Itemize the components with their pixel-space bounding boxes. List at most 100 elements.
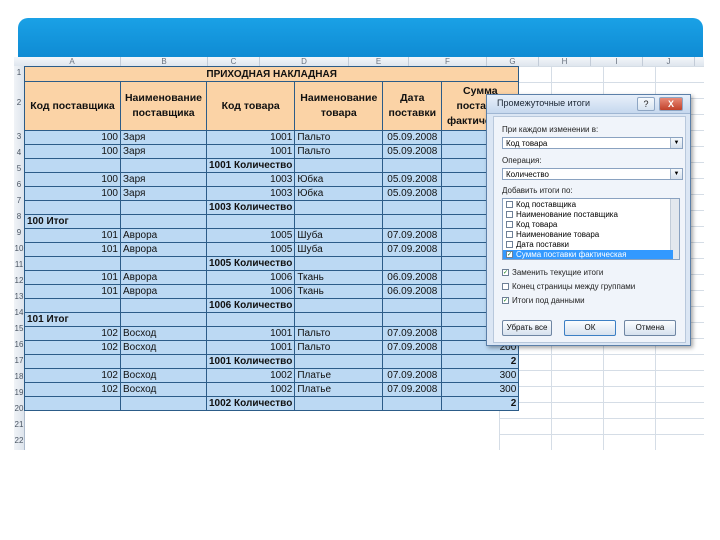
table-cell[interactable]: 1005 Количество [205, 256, 296, 271]
table-cell[interactable] [294, 396, 384, 411]
close-icon[interactable]: X [659, 97, 683, 111]
checkbox[interactable] [506, 241, 513, 249]
table-cell[interactable]: 101 Итог [24, 312, 121, 327]
table-cell[interactable]: 1006 [205, 270, 296, 285]
table-cell[interactable]: 1003 [205, 172, 296, 187]
table-cell[interactable] [294, 312, 384, 327]
field-list-item[interactable]: ✓ Сумма поставки фактическая [503, 250, 673, 259]
table-cell[interactable]: Восход [120, 368, 207, 383]
table-cell[interactable]: 07.09.2008 [382, 368, 443, 383]
table-cell[interactable]: 100 [24, 172, 121, 187]
header-cell[interactable]: Наименование товара [294, 81, 384, 131]
table-cell[interactable]: Аврора [120, 228, 207, 243]
table-cell[interactable]: 100 [24, 130, 121, 145]
table-cell[interactable]: 102 [24, 326, 121, 341]
table-cell[interactable]: Пальто [294, 326, 384, 341]
checkbox[interactable]: ✓ [502, 269, 509, 277]
table-cell[interactable] [120, 256, 207, 271]
row-number[interactable]: 21 [14, 418, 24, 432]
table-cell[interactable]: 05.09.2008 [382, 172, 443, 187]
table-cell[interactable]: 1001 [205, 144, 296, 159]
row-number[interactable]: 2 [14, 96, 24, 110]
table-cell[interactable] [120, 158, 207, 173]
option-checkbox-row[interactable]: ✓ Итоги под данными [502, 296, 585, 305]
row-number[interactable]: 14 [14, 306, 24, 320]
table-cell[interactable] [120, 312, 207, 327]
field-list-item[interactable]: Код товара [503, 220, 673, 230]
table-cell[interactable]: Платье [294, 368, 384, 383]
table-cell[interactable]: 101 [24, 242, 121, 257]
column-header[interactable]: F [409, 57, 487, 66]
table-cell[interactable]: 102 [24, 368, 121, 383]
table-cell[interactable]: 05.09.2008 [382, 186, 443, 201]
table-cell[interactable]: 2 [441, 396, 520, 411]
table-cell[interactable] [120, 298, 207, 313]
table-cell[interactable]: 05.09.2008 [382, 130, 443, 145]
table-cell[interactable]: 07.09.2008 [382, 228, 443, 243]
column-header[interactable]: G [487, 57, 539, 66]
table-cell[interactable]: Платье [294, 382, 384, 397]
table-cell[interactable]: 300 [441, 368, 520, 383]
table-cell[interactable]: 07.09.2008 [382, 242, 443, 257]
table-cell[interactable]: Аврора [120, 284, 207, 299]
table-cell[interactable] [294, 214, 384, 229]
table-cell[interactable] [294, 200, 384, 215]
table-cell[interactable] [294, 298, 384, 313]
column-header[interactable]: K [695, 57, 704, 66]
table-cell[interactable]: 1001 Количество [205, 158, 296, 173]
table-cell[interactable]: 1002 Количество [205, 396, 296, 411]
table-cell[interactable]: Ткань [294, 270, 384, 285]
table-cell[interactable]: 1001 Количество [205, 354, 296, 369]
column-header[interactable]: J [643, 57, 695, 66]
table-cell[interactable] [24, 200, 121, 215]
chevron-down-icon[interactable]: ▼ [670, 169, 682, 179]
row-number[interactable]: 22 [14, 434, 24, 448]
table-cell[interactable] [294, 256, 384, 271]
option-checkbox-row[interactable]: ✓ Заменить текущие итоги [502, 268, 603, 277]
table-cell[interactable]: 300 [441, 382, 520, 397]
checkbox[interactable] [506, 201, 513, 209]
field-list-item[interactable]: Наименование поставщика [503, 210, 673, 220]
table-cell[interactable] [24, 158, 121, 173]
row-number[interactable]: 17 [14, 354, 24, 368]
checkbox[interactable]: ✓ [502, 297, 509, 305]
row-number[interactable]: 9 [14, 226, 24, 240]
checkbox[interactable] [502, 283, 509, 291]
row-number[interactable]: 15 [14, 322, 24, 336]
table-cell[interactable]: 2 [441, 354, 520, 369]
table-cell[interactable]: 101 [24, 270, 121, 285]
table-cell[interactable]: 1003 [205, 186, 296, 201]
table-cell[interactable]: 101 [24, 228, 121, 243]
table-cell[interactable]: 1005 [205, 228, 296, 243]
column-header[interactable]: E [349, 57, 409, 66]
row-number[interactable]: 19 [14, 386, 24, 400]
column-header[interactable]: C [208, 57, 260, 66]
table-cell[interactable]: 1001 [205, 130, 296, 145]
table-cell[interactable]: Заря [120, 186, 207, 201]
table-cell[interactable]: Аврора [120, 242, 207, 257]
table-cell[interactable]: 06.09.2008 [382, 270, 443, 285]
table-cell[interactable] [382, 396, 443, 411]
remove-all-button[interactable]: Убрать все [502, 320, 552, 336]
table-cell[interactable] [24, 256, 121, 271]
header-cell[interactable]: Наименование поставщика [120, 81, 207, 131]
row-number[interactable]: 4 [14, 146, 24, 160]
ok-button[interactable]: ОК [564, 320, 616, 336]
table-cell[interactable] [24, 298, 121, 313]
cancel-button[interactable]: Отмена [624, 320, 676, 336]
row-number[interactable]: 6 [14, 178, 24, 192]
table-cell[interactable] [382, 354, 443, 369]
table-cell[interactable]: 101 [24, 284, 121, 299]
table-cell[interactable]: 05.09.2008 [382, 144, 443, 159]
field-list-item[interactable]: Наименование товара [503, 230, 673, 240]
table-cell[interactable]: Восход [120, 326, 207, 341]
table-cell[interactable] [382, 200, 443, 215]
header-cell[interactable]: Код поставщика [24, 81, 121, 131]
table-cell[interactable]: Пальто [294, 340, 384, 355]
table-cell[interactable]: 1006 Количество [205, 298, 296, 313]
row-number[interactable]: 10 [14, 242, 24, 256]
table-cell[interactable] [382, 312, 443, 327]
group-by-select[interactable]: Код товара ▼ [502, 137, 683, 149]
help-icon[interactable]: ? [637, 97, 655, 111]
table-cell[interactable]: Восход [120, 382, 207, 397]
